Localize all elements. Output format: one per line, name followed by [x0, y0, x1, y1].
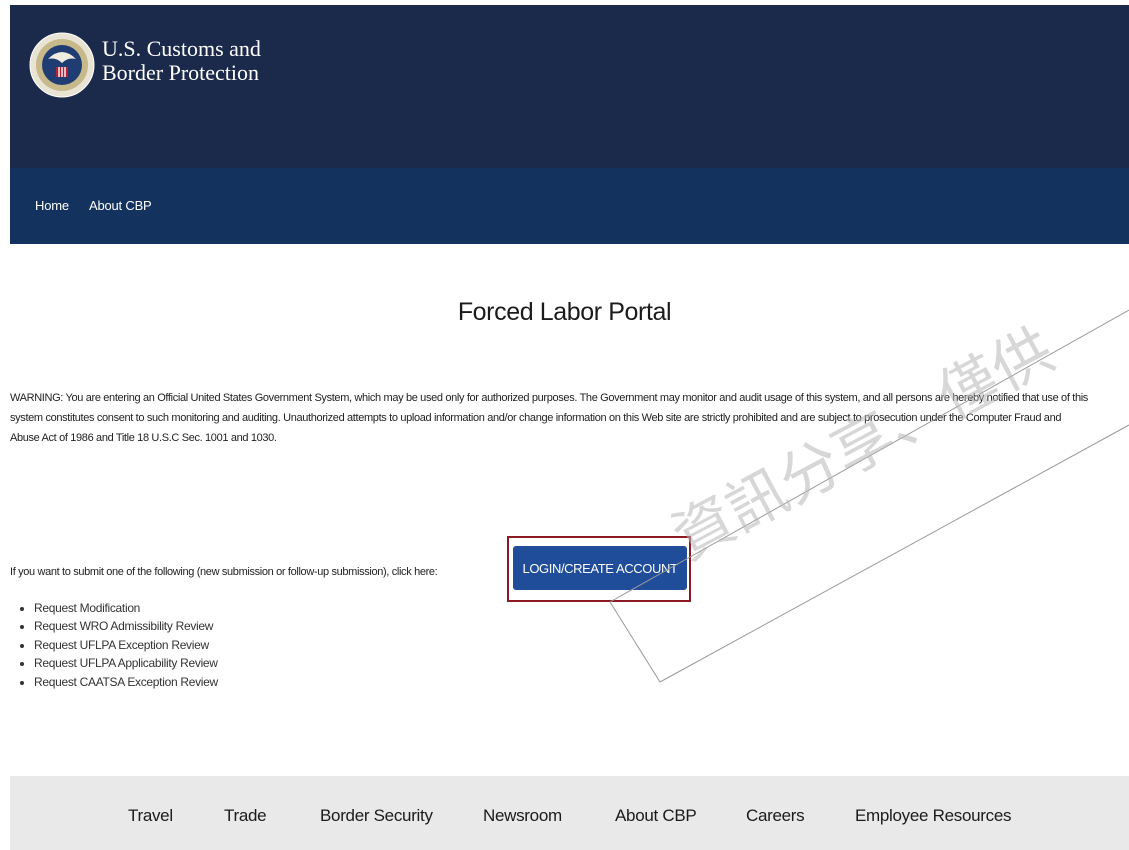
list-item: Request UFLPA Applicability Review	[34, 654, 218, 672]
list-item: Request UFLPA Exception Review	[34, 636, 218, 654]
site-footer: Travel Trade Border Security Newsroom Ab…	[10, 776, 1129, 850]
site-header: U.S. Customs and Border Protection	[10, 5, 1129, 168]
footer-link-newsroom[interactable]: Newsroom	[483, 806, 562, 826]
footer-link-employee-resources[interactable]: Employee Resources	[855, 806, 1011, 826]
cbp-seal-icon[interactable]	[28, 15, 96, 115]
submit-instructions: If you want to submit one of the followi…	[10, 566, 438, 578]
page-title: Forced Labor Portal	[457, 298, 672, 326]
list-item: Request CAATSA Exception Review	[34, 673, 218, 691]
footer-link-about-cbp[interactable]: About CBP	[615, 806, 697, 826]
list-item: Request WRO Admissibility Review	[34, 617, 218, 635]
footer-link-careers[interactable]: Careers	[746, 806, 805, 826]
footer-link-travel[interactable]: Travel	[128, 806, 173, 826]
page: U.S. Customs and Border Protection Home …	[0, 0, 1129, 850]
nav-about-cbp[interactable]: About CBP	[89, 198, 152, 213]
agency-name-line1: U.S. Customs and	[102, 36, 261, 61]
footer-link-border-security[interactable]: Border Security	[320, 806, 433, 826]
main-nav: Home About CBP	[10, 168, 1129, 244]
login-create-account-button[interactable]: LOGIN/CREATE ACCOUNT	[513, 546, 687, 590]
request-type-list: Request Modification Request WRO Admissi…	[14, 599, 218, 691]
agency-name[interactable]: U.S. Customs and Border Protection	[102, 37, 261, 85]
footer-link-trade[interactable]: Trade	[224, 806, 267, 826]
agency-name-line2: Border Protection	[102, 60, 260, 85]
nav-home[interactable]: Home	[35, 198, 69, 213]
list-item: Request Modification	[34, 599, 218, 617]
